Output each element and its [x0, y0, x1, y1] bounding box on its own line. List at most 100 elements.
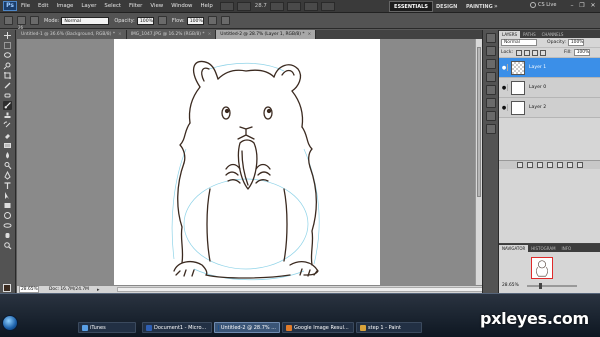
- document-tab[interactable]: IMG_1047.JPG @ 16.2% (RGB/8) * ×: [126, 30, 217, 39]
- start-button-icon[interactable]: [2, 315, 18, 331]
- menu-help[interactable]: Help: [196, 3, 216, 9]
- lock-pixels-icon[interactable]: [524, 49, 531, 56]
- document-canvas[interactable]: [114, 39, 380, 285]
- lock-position-icon[interactable]: [532, 49, 539, 56]
- flow-field[interactable]: 100%: [186, 16, 204, 25]
- menu-view[interactable]: View: [146, 3, 167, 9]
- styles-panel-icon[interactable]: [485, 85, 496, 95]
- workspace-essentials-button[interactable]: ESSENTIALS: [389, 1, 433, 12]
- quick-selection-tool-icon[interactable]: [3, 61, 12, 70]
- delete-layer-icon[interactable]: [577, 162, 583, 168]
- tab-paths[interactable]: PATHS: [520, 31, 539, 38]
- masks-panel-icon[interactable]: [485, 111, 496, 121]
- dodge-tool-icon[interactable]: [3, 161, 12, 170]
- visibility-eye-icon[interactable]: ●: [501, 104, 508, 111]
- link-layers-icon[interactable]: [517, 162, 523, 168]
- tablet-size-pressure-icon[interactable]: [220, 16, 230, 25]
- menu-image[interactable]: Image: [52, 3, 77, 9]
- mode-select[interactable]: Normal: [61, 16, 110, 25]
- menubar-zoom-level[interactable]: 28.7: [255, 3, 267, 9]
- cs-live-button[interactable]: CS Live: [530, 2, 556, 8]
- visibility-eye-icon[interactable]: ●: [501, 84, 508, 91]
- actions-panel-icon[interactable]: [485, 46, 496, 56]
- healing-brush-tool-icon[interactable]: [3, 91, 12, 100]
- tab-info[interactable]: INFO: [559, 245, 575, 252]
- fill-field[interactable]: 100%: [573, 49, 590, 56]
- brush-tool-icon[interactable]: [3, 101, 12, 110]
- history-brush-tool-icon[interactable]: [3, 121, 12, 130]
- tab-channels[interactable]: CHANNELS: [539, 31, 567, 38]
- layer-row-layer-1[interactable]: ● Layer 1: [499, 58, 600, 78]
- gradient-tool-icon[interactable]: [3, 141, 12, 150]
- vertical-scrollbar[interactable]: [475, 39, 482, 285]
- type-tool-icon[interactable]: [3, 181, 12, 190]
- document-tab[interactable]: Untitled-1 @ 36.6% (Background, RGB/8) *…: [17, 30, 127, 39]
- lock-all-icon[interactable]: [540, 49, 547, 56]
- menu-filter[interactable]: Filter: [125, 3, 146, 9]
- 3d-rotate-tool-icon[interactable]: [3, 211, 12, 220]
- layer-mask-icon[interactable]: [537, 162, 543, 168]
- workspace-design-button[interactable]: DESIGN: [436, 1, 457, 12]
- hand-tool-button[interactable]: [269, 1, 284, 11]
- lasso-tool-icon[interactable]: [3, 51, 12, 60]
- layer-row-layer-2[interactable]: ● Layer 2: [499, 98, 600, 118]
- zoom-tool-icon[interactable]: [3, 241, 12, 250]
- workspace-more-button[interactable]: »: [494, 1, 498, 12]
- blur-tool-icon[interactable]: [3, 151, 12, 160]
- path-selection-tool-icon[interactable]: [3, 191, 12, 200]
- canvas-workspace[interactable]: [17, 39, 475, 285]
- navigator-preview[interactable]: [531, 257, 553, 279]
- minimize-button[interactable]: –: [568, 2, 576, 9]
- status-zoom-field[interactable]: 28.65%: [19, 286, 39, 293]
- adjustments-panel-icon[interactable]: [485, 98, 496, 108]
- status-menu-arrow-icon[interactable]: ▸: [97, 287, 100, 293]
- arrange-documents-button[interactable]: [303, 1, 318, 11]
- navigator-zoom-slider[interactable]: [527, 283, 577, 289]
- taskbar-item-word[interactable]: Document1 - Micro...: [142, 322, 212, 333]
- layer-row-layer-0[interactable]: ● Layer 0: [499, 78, 600, 98]
- menu-select[interactable]: Select: [100, 3, 125, 9]
- eraser-tool-icon[interactable]: [3, 131, 12, 140]
- shape-tool-icon[interactable]: [3, 201, 12, 210]
- clone-stamp-tool-icon[interactable]: [3, 111, 12, 120]
- close-tab-icon[interactable]: ×: [208, 30, 212, 39]
- swatches-panel-icon[interactable]: [485, 72, 496, 82]
- workspace-painting-button[interactable]: PAINTING: [466, 1, 493, 12]
- brushes-panel-icon[interactable]: [485, 124, 496, 134]
- taskbar-item-itunes[interactable]: iTunes: [78, 322, 136, 333]
- tablet-opacity-pressure-icon[interactable]: [157, 16, 167, 25]
- adjustment-layer-icon[interactable]: [547, 162, 553, 168]
- tab-histogram[interactable]: HISTOGRAM: [528, 245, 558, 252]
- tab-navigator[interactable]: NAVIGATOR: [499, 245, 529, 252]
- new-layer-icon[interactable]: [567, 162, 573, 168]
- layer-opacity-field[interactable]: 100%: [567, 39, 584, 46]
- launch-mini-bridge-button[interactable]: [236, 1, 251, 11]
- hand-tool-icon[interactable]: [3, 231, 12, 240]
- color-panel-icon[interactable]: [485, 59, 496, 69]
- document-tab-active[interactable]: Untitled-2 @ 28.7% (Layer 1, RGB/8) * ×: [216, 30, 317, 39]
- layer-style-icon[interactable]: [527, 162, 533, 168]
- horizontal-scrollbar[interactable]: [117, 287, 489, 292]
- opacity-field[interactable]: 100%: [136, 16, 154, 25]
- document-size-info[interactable]: Doc: 16.7M/24.7M: [49, 287, 89, 292]
- taskbar-item-browser[interactable]: Google Image Resul...: [282, 322, 354, 333]
- blend-mode-select[interactable]: Normal: [501, 39, 537, 46]
- foreground-color-swatch[interactable]: [3, 284, 11, 292]
- menu-file[interactable]: File: [17, 3, 34, 9]
- navigator-zoom-field[interactable]: 28.65%: [502, 283, 519, 288]
- taskbar-item-photoshop[interactable]: Untitled-2 @ 28.7% ...: [214, 322, 280, 333]
- marquee-tool-icon[interactable]: [3, 41, 12, 50]
- lock-transparency-icon[interactable]: [516, 49, 523, 56]
- crop-tool-icon[interactable]: [3, 71, 12, 80]
- eyedropper-tool-icon[interactable]: [3, 81, 12, 90]
- restore-button[interactable]: ❐: [578, 2, 586, 9]
- close-tab-icon[interactable]: ×: [308, 30, 312, 39]
- brush-panel-toggle-icon[interactable]: [30, 16, 39, 25]
- visibility-eye-icon[interactable]: ●: [501, 64, 508, 71]
- zoom-tool-button[interactable]: [286, 1, 301, 11]
- pen-tool-icon[interactable]: [3, 171, 12, 180]
- tab-layers[interactable]: LAYERS: [499, 31, 521, 38]
- screen-mode-button[interactable]: [320, 1, 335, 11]
- menu-window[interactable]: Window: [167, 3, 196, 9]
- brush-tool-preset-icon[interactable]: [4, 16, 13, 25]
